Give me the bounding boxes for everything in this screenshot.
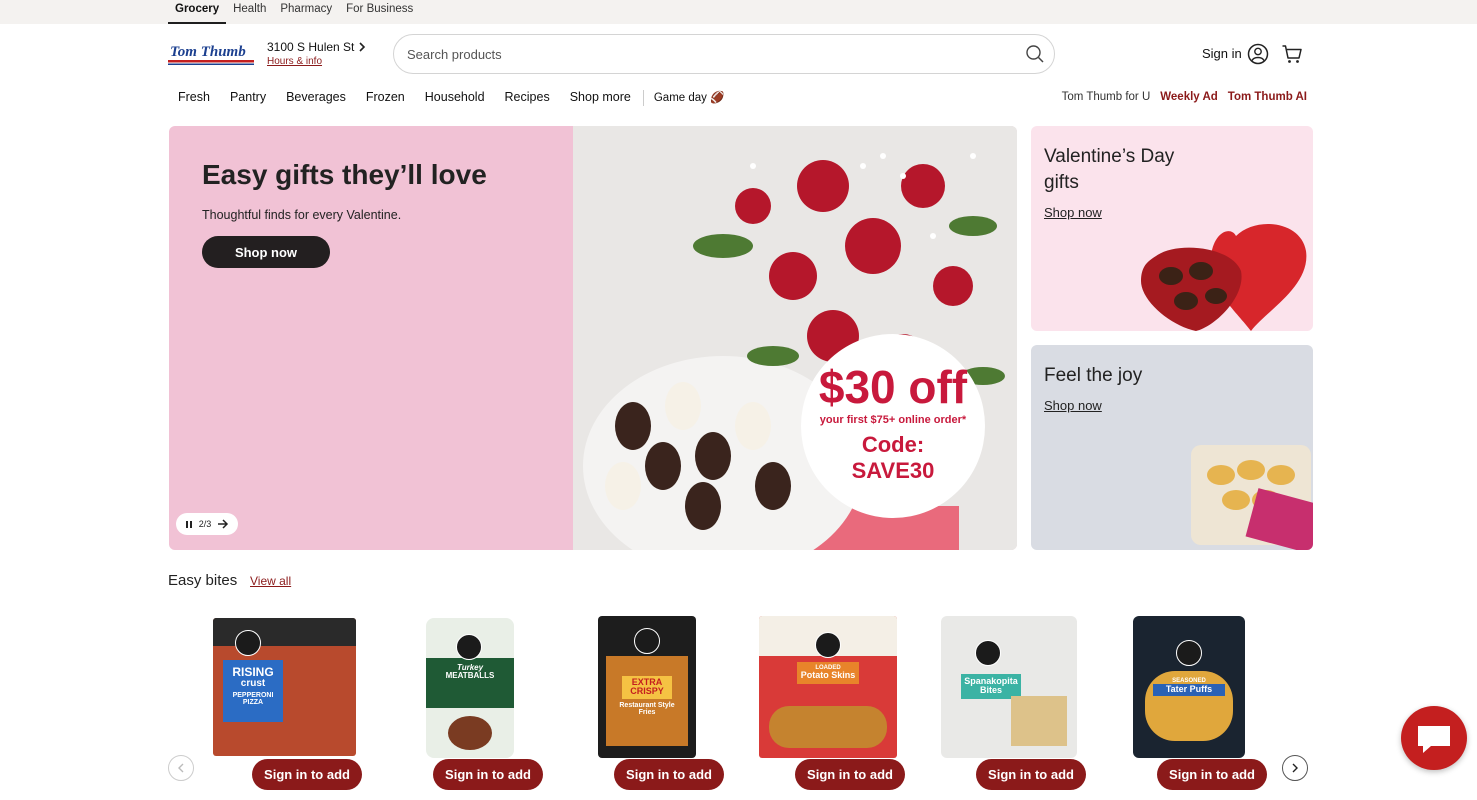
nav-frozen[interactable]: Frozen — [366, 90, 405, 106]
chevron-left-icon — [178, 763, 184, 773]
product-card[interactable]: RISING crust PEPPERONI PIZZA — [213, 616, 358, 758]
user-account-icon[interactable] — [1247, 43, 1269, 65]
chat-button[interactable] — [1401, 706, 1467, 770]
arrow-right-icon[interactable] — [217, 519, 229, 529]
promo-valentines-gifts[interactable]: Valentine’s Day gifts Shop now — [1031, 126, 1313, 331]
product-card[interactable]: EXTRA CRISPY Restaurant Style Fries — [598, 616, 743, 758]
product-image: SEASONED Tater Puffs — [1133, 616, 1245, 758]
product-card[interactable]: SEASONED Tater Puffs — [1133, 616, 1278, 758]
product-name-line2: Bites — [979, 685, 1002, 696]
slide-counter: 2/3 — [198, 519, 212, 529]
svg-text:Tom Thumb: Tom Thumb — [170, 44, 246, 60]
product-image: RISING crust PEPPERONI PIZZA — [213, 618, 356, 756]
nav-pantry[interactable]: Pantry — [230, 90, 266, 106]
hero-text-panel: Easy gifts they’ll love Thoughtful finds… — [169, 126, 573, 550]
nav-game-day[interactable]: Game day 🏈 — [654, 90, 725, 106]
product-name-line2: Potato Skins — [800, 670, 856, 681]
top-bar: Grocery Health Pharmacy For Business — [0, 0, 1477, 24]
search-input[interactable] — [407, 35, 1007, 73]
product-name-line3: PEPPERONI PIZZA — [232, 692, 274, 707]
chat-bubble-icon — [1418, 726, 1450, 753]
search-bar — [393, 34, 1055, 74]
tab-grocery[interactable]: Grocery — [168, 0, 227, 24]
hours-info-link[interactable]: Hours & info — [267, 56, 366, 67]
product-card[interactable]: Turkey MEATBALLS — [422, 616, 567, 758]
nav-recipes[interactable]: Recipes — [505, 90, 550, 106]
sign-in-to-add-button[interactable]: Sign in to add — [614, 759, 724, 790]
sign-in-to-add-button[interactable]: Sign in to add — [976, 759, 1086, 790]
offer-amount: $30 off — [818, 361, 968, 413]
view-all-link[interactable]: View all — [250, 574, 291, 588]
chocolate-heart-box-image — [1141, 224, 1307, 331]
cart-icon[interactable] — [1281, 43, 1303, 65]
promo-feel-the-joy[interactable]: Feel the joy Shop now — [1031, 345, 1313, 550]
sign-in-to-add-button[interactable]: Sign in to add — [433, 759, 543, 790]
nav-tom-thumb-ai[interactable]: Tom Thumb AI — [1228, 91, 1307, 103]
pause-icon[interactable] — [185, 520, 193, 529]
product-image: Turkey MEATBALLS — [426, 618, 514, 758]
nav-shop-more[interactable]: Shop more — [570, 90, 631, 106]
tom-thumb-logo[interactable]: Tom Thumb — [168, 40, 254, 66]
nav-weekly-ad[interactable]: Weekly Ad — [1160, 91, 1218, 103]
chevron-right-icon — [359, 42, 366, 52]
segment-tabs: Grocery Health Pharmacy For Business — [168, 0, 420, 24]
store-selector[interactable]: 3100 S Hulen St Hours & info — [267, 40, 366, 67]
offer-code-label: Code: — [861, 432, 925, 457]
nav-beverages[interactable]: Beverages — [286, 90, 346, 106]
nav-divider — [642, 90, 644, 106]
product-name-line2: Tater Puffs — [1153, 684, 1225, 696]
search-icon[interactable] — [1025, 44, 1045, 64]
promo-title: Feel the joy — [1044, 365, 1143, 386]
tab-pharmacy[interactable]: Pharmacy — [273, 0, 339, 24]
sign-in-link[interactable]: Sign in — [1202, 46, 1242, 61]
hero-roses-strawberries-image — [573, 126, 1017, 550]
hero-shop-now-button[interactable]: Shop now — [202, 236, 330, 268]
product-image: LOADED Potato Skins — [759, 616, 897, 758]
hero-banner[interactable]: Easy gifts they’ll love Thoughtful finds… — [169, 126, 1017, 550]
offer-badge: $30 off your first $75+ online order* Co… — [808, 362, 978, 484]
tab-health[interactable]: Health — [226, 0, 273, 24]
carousel-prev-button[interactable] — [168, 755, 194, 781]
hero-title: Easy gifts they’ll love — [202, 159, 487, 190]
product-name-line2: CRISPY — [630, 686, 664, 697]
product-name-line2: MEATBALLS — [445, 671, 495, 681]
offer-detail: your first $75+ online order* — [819, 414, 967, 426]
sign-in-to-add-button[interactable]: Sign in to add — [795, 759, 905, 790]
category-nav: Fresh Pantry Beverages Frozen Household … — [178, 90, 744, 106]
nav-household[interactable]: Household — [425, 90, 485, 106]
product-name-line2: crust — [240, 677, 266, 689]
section-title-easy-bites: Easy bites — [168, 572, 238, 589]
nav-fresh[interactable]: Fresh — [178, 90, 210, 106]
sign-in-to-add-button[interactable]: Sign in to add — [252, 759, 362, 790]
utility-nav: Tom Thumb for U Weekly Ad Tom Thumb AI — [1062, 91, 1307, 103]
chevron-right-icon — [1292, 763, 1298, 773]
product-card[interactable]: Spanakopita Bites — [940, 616, 1085, 758]
promo-shop-now-link[interactable]: Shop now — [1044, 398, 1102, 413]
hero-subtitle: Thoughtful finds for every Valentine. — [202, 208, 402, 222]
tab-for-business[interactable]: For Business — [339, 0, 420, 24]
product-image: Spanakopita Bites — [941, 616, 1077, 758]
carousel-next-button[interactable] — [1282, 755, 1308, 781]
nav-tom-thumb-for-u[interactable]: Tom Thumb for U — [1062, 91, 1151, 103]
offer-code: SAVE30 — [851, 458, 935, 483]
product-image: EXTRA CRISPY Restaurant Style Fries — [598, 616, 696, 758]
product-name-line3: Restaurant Style Fries — [619, 702, 675, 717]
promo-shop-now-link[interactable]: Shop now — [1044, 205, 1102, 220]
promo-title: Valentine’s Day gifts — [1044, 146, 1175, 193]
product-name-line1: RISING — [232, 665, 274, 679]
madeleines-package-image — [1191, 445, 1313, 550]
product-card[interactable]: LOADED Potato Skins — [758, 616, 903, 758]
carousel-controls: 2/3 — [176, 513, 238, 535]
sign-in-to-add-button[interactable]: Sign in to add — [1157, 759, 1267, 790]
store-address: 3100 S Hulen St — [267, 40, 355, 54]
